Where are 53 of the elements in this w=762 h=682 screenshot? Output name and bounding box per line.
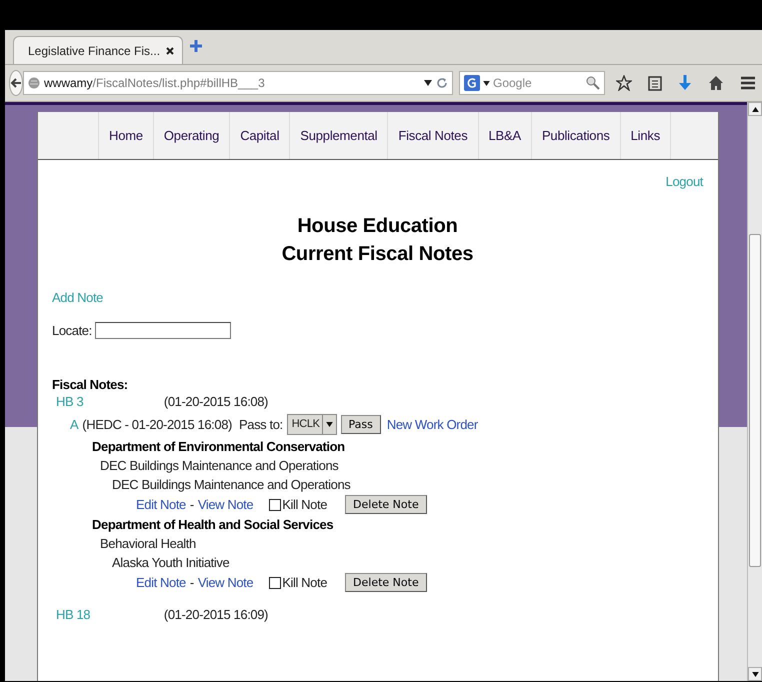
kill-note-label: Kill Note <box>282 497 328 512</box>
component-name: Alaska Youth Initiative <box>112 555 230 570</box>
nav-link[interactable]: Supplemental <box>289 112 388 159</box>
bill-date: (01-20-2015 16:08) <box>164 394 268 409</box>
reload-icon[interactable] <box>436 77 448 89</box>
scrollbar[interactable] <box>747 102 762 681</box>
version-info: (HEDC - 01-20-2015 16:08) <box>82 416 232 432</box>
delete-note-button[interactable]: Delete Note <box>345 495 427 514</box>
department-name: Department of Environmental Conservation <box>92 439 345 454</box>
kill-note-label: Kill Note <box>282 575 328 590</box>
view-note-link[interactable]: View Note <box>198 497 254 512</box>
address-bar[interactable]: wwwamy/FiscalNotes/list.php#billHB___3 <box>23 71 453 95</box>
view-note-link[interactable]: View Note <box>198 575 254 590</box>
allocation-name: DEC Buildings Maintenance and Operations <box>100 458 338 473</box>
separator-text: - <box>190 497 194 512</box>
scroll-down-icon[interactable] <box>752 672 758 676</box>
caret-icon <box>326 422 333 426</box>
nav-link[interactable]: LB&A <box>478 112 531 159</box>
new-work-order-link[interactable]: New Work Order <box>386 416 478 432</box>
nav-link[interactable]: Publications <box>530 112 620 159</box>
section-title: Fiscal Notes: <box>52 377 128 392</box>
page-heading: Current Fiscal Notes <box>282 243 474 265</box>
browser-tab[interactable]: Legislative Finance Fis... <box>13 36 183 64</box>
page-heading: House Education <box>297 215 458 237</box>
pass-to-label: Pass to: <box>238 416 283 432</box>
pass-to-select[interactable]: HCLK <box>286 414 337 434</box>
back-button[interactable] <box>9 70 23 96</box>
search-box[interactable]: Google <box>459 71 605 95</box>
dropdown-icon[interactable] <box>483 80 490 86</box>
nav-link[interactable]: Fiscal Notes <box>387 112 478 159</box>
nav-link[interactable]: Links <box>620 112 670 159</box>
nav-link[interactable]: Capital <box>229 112 290 159</box>
nav-link[interactable]: Home <box>98 112 153 159</box>
search-engine-icon[interactable] <box>464 75 480 91</box>
component-name: DEC Buildings Maintenance and Operations <box>112 477 350 492</box>
kill-note-checkbox[interactable] <box>269 576 282 588</box>
new-tab-icon[interactable] <box>189 39 203 53</box>
search-icon[interactable] <box>586 76 600 90</box>
separator-text: - <box>190 575 194 590</box>
allocation-name: Behavioral Health <box>100 536 196 551</box>
pass-button[interactable]: Pass <box>340 414 381 434</box>
locate-label: Locate: <box>52 323 92 338</box>
back-arrow-icon <box>10 77 22 89</box>
edit-note-link[interactable]: Edit Note <box>136 575 186 590</box>
nav-link[interactable]: Operating <box>152 112 230 159</box>
edit-note-link[interactable]: Edit Note <box>136 497 186 512</box>
dropdown-icon[interactable] <box>424 80 432 86</box>
bill-date: (01-20-2015 16:09) <box>164 607 268 622</box>
delete-note-button[interactable]: Delete Note <box>345 573 427 592</box>
scroll-up-icon[interactable] <box>752 106 758 112</box>
kill-note-checkbox[interactable] <box>269 498 282 510</box>
department-name: Department of Health and Social Services <box>92 517 334 532</box>
locate-field[interactable] <box>94 322 231 339</box>
